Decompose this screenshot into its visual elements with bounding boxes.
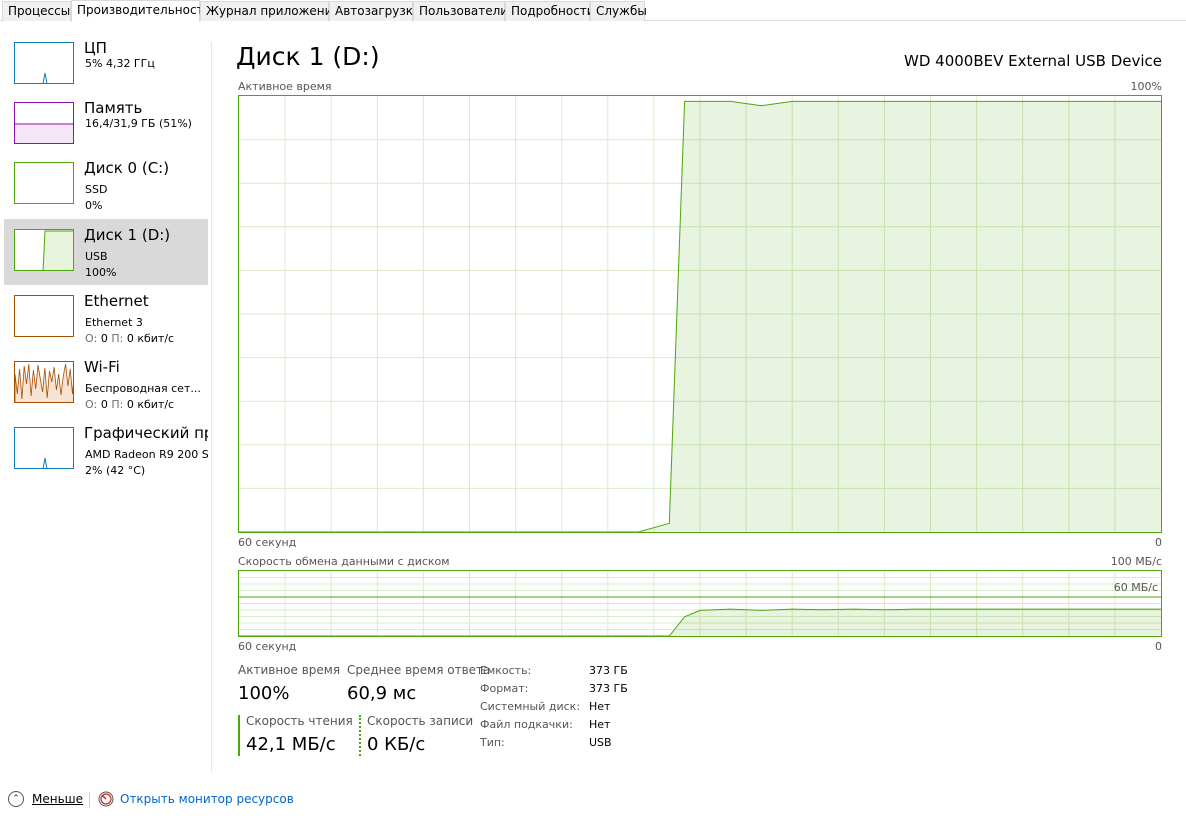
tab-3[interactable]: Автозагрузка [329, 1, 420, 21]
avg-response-stat-label: Среднее время ответа [347, 663, 491, 677]
property-value: Нет [589, 700, 611, 713]
property-key: Тип: [480, 736, 505, 749]
sidebar-item-value: О: 0 П: 0 кбит/с [85, 398, 174, 411]
read-speed-indicator [238, 715, 240, 756]
property-value: 373 ГБ [589, 682, 628, 695]
property-key: Файл подкачки: [480, 718, 573, 731]
open-resource-monitor-label: Открыть монитор ресурсов [120, 792, 294, 806]
sidebar-send-value: 0 [100, 332, 108, 345]
sidebar-item-value: 2% (42 °C) [85, 464, 146, 477]
active-time-chart [238, 95, 1162, 533]
sidebar: ЦП 5% 4,32 ГГц Память 16,4/31,9 ГБ (51%) Дис… [0, 21, 212, 771]
active-time-chart-time-label: 60 секунд [238, 536, 297, 549]
sidebar-item-title: Ethernet [84, 292, 149, 310]
tab-2[interactable]: Журнал приложений [200, 1, 340, 21]
active-time-stat-label: Активное время [238, 663, 341, 677]
sidebar-item-subtitle: Беспроводная сет... [85, 382, 201, 395]
property-value: USB [589, 736, 612, 749]
sidebar-item-subtitle: 16,4/31,9 ГБ (51%) [85, 117, 192, 130]
sidebar-thumbnail-disk-0 [14, 162, 74, 204]
tab-5[interactable]: Подробности [505, 1, 595, 21]
footer-separator [89, 792, 90, 808]
page-title: Диск 1 (D:) [236, 42, 380, 71]
footer: ⌃ Меньше Открыть монитор ресурсов [0, 786, 1186, 816]
sidebar-item-subtitle: USB [85, 250, 108, 263]
property-key: Емкость: [480, 664, 532, 677]
resource-monitor-icon [98, 791, 114, 807]
write-speed-stat-value: 0 КБ/с [367, 734, 426, 755]
tab-bar: Процессы Производительность Журнал приложе… [0, 0, 1186, 22]
sidebar-item-value: 100% [85, 266, 117, 279]
active-time-stat-value: 100% [238, 683, 290, 704]
sidebar-receive-value: 0 кбит/с [126, 398, 175, 411]
sidebar-item-ethernet[interactable]: Ethernet Ethernet 3 О: 0 П: 0 кбит/с [4, 285, 208, 351]
sidebar-send-label: О: [85, 332, 98, 345]
fewer-details-button[interactable]: ⌃ Меньше [8, 791, 83, 807]
write-speed-indicator [359, 715, 361, 756]
sidebar-receive-label: П: [111, 332, 124, 345]
fewer-details-label: Меньше [32, 792, 84, 806]
sidebar-item-subtitle: AMD Radeon R9 200 Ser [85, 448, 208, 461]
sidebar-thumbnail-gpu [14, 427, 74, 469]
sidebar-item-cpu[interactable]: ЦП 5% 4,32 ГГц [4, 32, 208, 98]
transfer-chart [238, 570, 1162, 637]
active-time-chart-label: Активное время [238, 80, 332, 93]
transfer-chart-zero: 0 [1155, 640, 1162, 653]
sidebar-item-title: Графический про [84, 424, 208, 442]
transfer-chart-time-label: 60 секунд [238, 640, 297, 653]
sidebar-item-title: Wi-Fi [84, 358, 120, 376]
sidebar-item-wifi[interactable]: Wi-Fi Беспроводная сет... О: 0 П: 0 кбит/с [4, 351, 208, 417]
read-speed-stat-value: 42,1 МБ/с [246, 734, 336, 755]
sidebar-receive-label: П: [111, 398, 124, 411]
sidebar-thumbnail-memory [14, 102, 74, 144]
read-speed-stat-label: Скорость чтения [246, 714, 353, 728]
sidebar-item-title: ЦП [84, 39, 107, 57]
sidebar-thumbnail-disk-1 [14, 229, 74, 271]
sidebar-item-title: Диск 1 (D:) [84, 226, 171, 244]
property-value: 373 ГБ [589, 664, 628, 677]
property-key: Системный диск: [480, 700, 581, 713]
property-value: Нет [589, 718, 611, 731]
sidebar-item-subtitle: SSD [85, 183, 108, 196]
sidebar-item-subtitle: Ethernet 3 [85, 316, 143, 329]
sidebar-item-memory[interactable]: Память 16,4/31,9 ГБ (51%) [4, 92, 208, 158]
active-time-chart-svg [239, 96, 1161, 532]
avg-response-stat-value: 60,9 мс [347, 683, 417, 704]
sidebar-send-label: О: [85, 398, 98, 411]
property-key: Формат: [480, 682, 529, 695]
transfer-chart-label: Скорость обмена данными с диском [238, 555, 450, 568]
sidebar-item-subtitle: 5% 4,32 ГГц [85, 57, 155, 70]
tab-1[interactable]: Производительность [71, 0, 211, 22]
write-speed-stat-label: Скорость записи [367, 714, 474, 728]
sidebar-item-title: Память [84, 99, 143, 117]
sidebar-item-title: Диск 0 (C:) [84, 159, 170, 177]
sidebar-receive-value: 0 кбит/с [126, 332, 175, 345]
transfer-chart-line-label: 60 МБ/с [1113, 581, 1158, 594]
sidebar-item-value: 0% [85, 199, 103, 212]
tab-0[interactable]: Процессы [2, 1, 71, 21]
transfer-chart-svg [239, 571, 1161, 636]
sidebar-thumbnail-wifi [14, 361, 74, 403]
tab-4[interactable]: Пользователи [413, 1, 508, 21]
open-resource-monitor-link[interactable]: Открыть монитор ресурсов [98, 791, 294, 807]
sidebar-item-value: О: 0 П: 0 кбит/с [85, 332, 174, 345]
sidebar-item-gpu[interactable]: Графический про AMD Radeon R9 200 Ser 2% (… [4, 417, 208, 483]
sidebar-item-disk-0[interactable]: Диск 0 (C:) SSD 0% [4, 152, 208, 218]
transfer-chart-max: 100 МБ/с [1110, 555, 1162, 568]
sidebar-divider [211, 42, 212, 772]
tab-6[interactable]: Службы [590, 1, 647, 21]
active-time-chart-max: 100% [1130, 80, 1162, 93]
sidebar-thumbnail-ethernet [14, 295, 74, 337]
chevron-up-icon: ⌃ [8, 791, 24, 807]
sidebar-send-value: 0 [100, 398, 108, 411]
sidebar-item-disk-1[interactable]: Диск 1 (D:) USB 100% [4, 219, 208, 285]
device-name: WD 4000BEV External USB Device [904, 52, 1162, 70]
active-time-chart-zero: 0 [1155, 536, 1162, 549]
sidebar-thumbnail-cpu [14, 42, 74, 84]
